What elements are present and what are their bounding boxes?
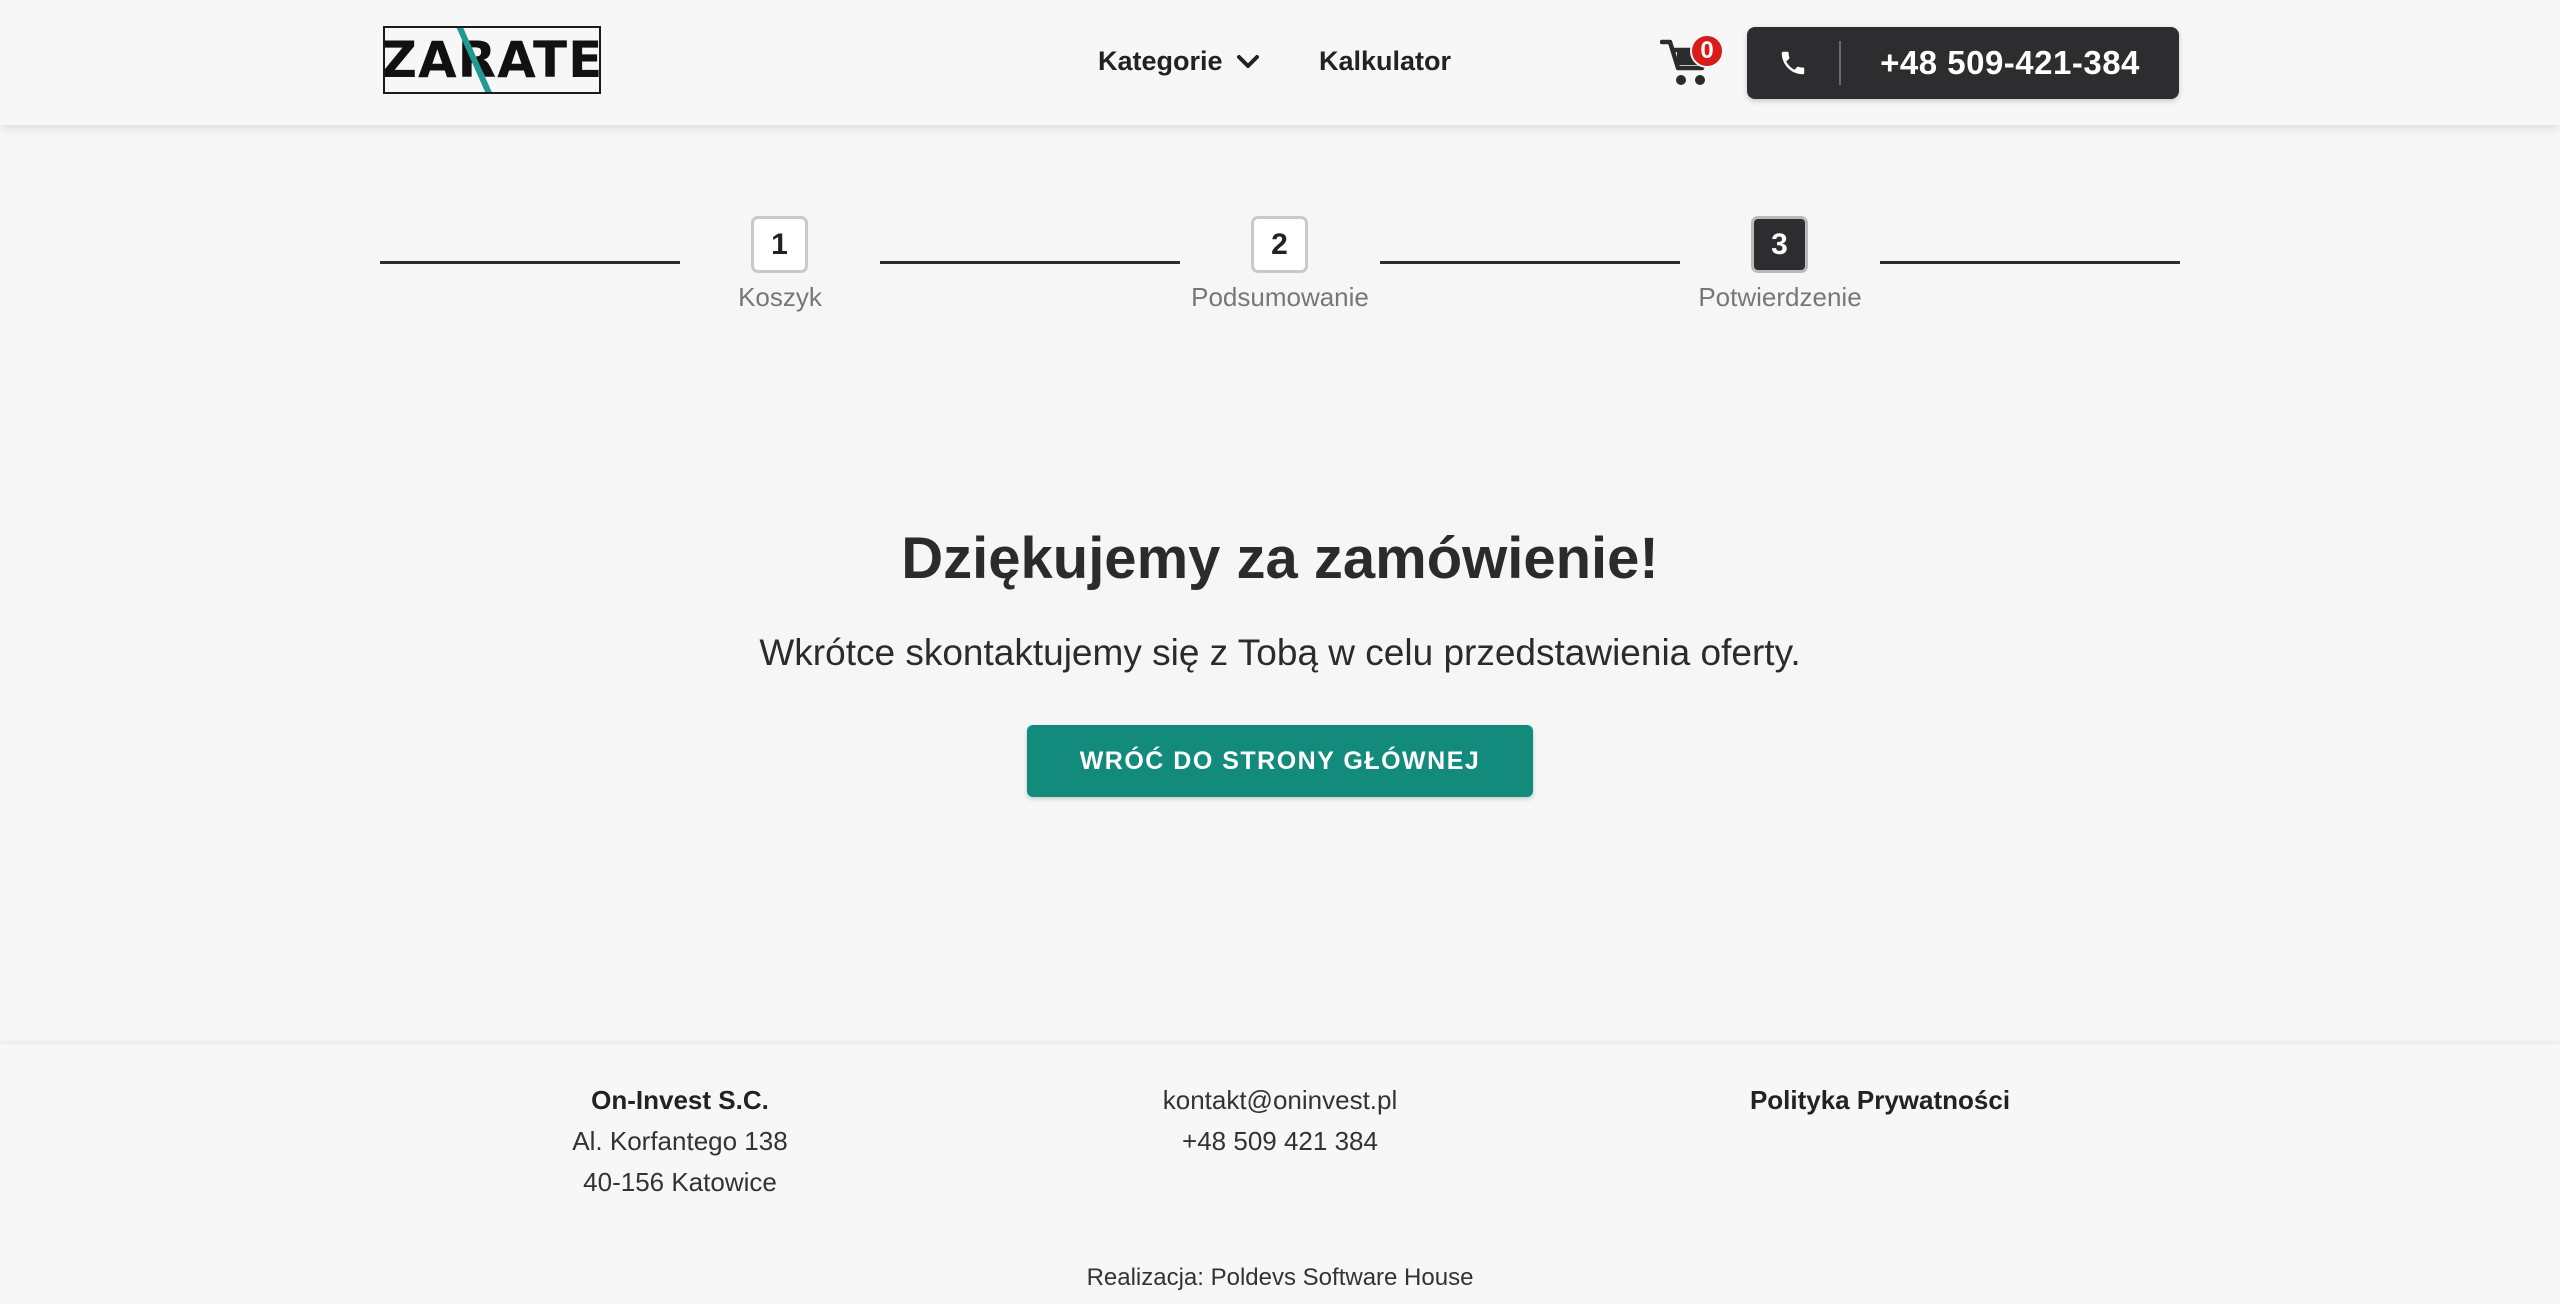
site-header: ZARATE Kategorie Kalkulator 0 +48 509-42… — [0, 0, 2560, 125]
footer-company: On-Invest S.C. Al. Korfantego 138 40-156… — [470, 1080, 890, 1203]
chevron-down-icon — [1236, 54, 1259, 68]
nav-categories[interactable]: Kategorie — [1098, 46, 1261, 77]
footer-links: Polityka Prywatności — [1670, 1080, 2090, 1121]
step-3-label: Potwierdzenie — [1698, 282, 1862, 312]
phone-button[interactable]: +48 509-421-384 — [1747, 27, 2179, 99]
step-2-label: Podsumowanie — [1191, 282, 1369, 312]
stepper-line — [1880, 261, 2180, 264]
company-street: Al. Korfantego 138 — [572, 1126, 788, 1156]
stepper-line — [380, 261, 680, 264]
nav-calculator-label: Kalkulator — [1319, 46, 1452, 76]
stepper-line — [1380, 261, 1680, 264]
privacy-policy-link[interactable]: Polityka Prywatności — [1670, 1080, 2090, 1121]
phone-icon-wrap — [1747, 48, 1839, 78]
contact-email[interactable]: kontakt@oninvest.pl — [1070, 1080, 1490, 1121]
stepper-line — [880, 261, 1180, 264]
footer-credit[interactable]: Realizacja: Poldevs Software House — [0, 1264, 2560, 1292]
nav-categories-label: Kategorie — [1098, 46, 1223, 76]
contact-phone[interactable]: +48 509 421 384 — [1070, 1121, 1490, 1162]
step-1-label: Koszyk — [738, 282, 822, 312]
step-2-box: 2 — [1251, 216, 1308, 273]
step-1-box: 1 — [751, 216, 808, 273]
cart-button[interactable]: 0 — [1659, 34, 1724, 90]
confirmation-message: Wkrótce skontaktujemy się z Tobą w celu … — [759, 632, 1801, 673]
logo-text: ZARATE — [383, 31, 601, 89]
footer-contact: kontakt@oninvest.pl +48 509 421 384 — [1070, 1080, 1490, 1162]
phone-icon — [1781, 51, 1805, 75]
logo[interactable]: ZARATE — [383, 26, 601, 94]
page-title: Dziękujemy za zamówienie! — [901, 526, 1659, 591]
nav-calculator[interactable]: Kalkulator — [1319, 46, 1451, 77]
company-name: On-Invest S.C. — [591, 1085, 769, 1115]
phone-number: +48 509-421-384 — [1880, 44, 2140, 81]
cart-count-badge: 0 — [1690, 34, 1724, 68]
step-3-box: 3 — [1751, 216, 1808, 273]
site-footer: On-Invest S.C. Al. Korfantego 138 40-156… — [0, 1044, 2560, 1304]
company-city: 40-156 Katowice — [583, 1167, 777, 1197]
back-home-button[interactable]: WRÓĆ DO STRONY GŁÓWNEJ — [1027, 725, 1533, 797]
